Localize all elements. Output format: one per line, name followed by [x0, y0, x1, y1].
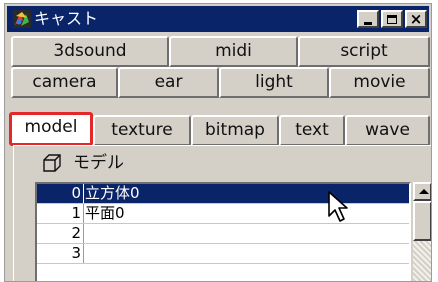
close-icon: × — [409, 10, 423, 28]
column-divider — [83, 244, 84, 263]
tab-midi[interactable]: midi — [169, 36, 298, 67]
tab-wave[interactable]: wave — [345, 115, 430, 146]
tab-model[interactable]: model — [9, 112, 93, 146]
list-item-index: 1 — [71, 204, 81, 222]
tab-texture[interactable]: texture — [93, 115, 191, 146]
list-item-name: 立方体0 — [85, 184, 140, 202]
tab-movie[interactable]: movie — [329, 67, 430, 98]
list-item-index: 2 — [71, 224, 81, 242]
scroll-up-button[interactable] — [413, 182, 431, 201]
row-divider — [37, 263, 409, 264]
cast-app-icon — [13, 10, 31, 28]
minimize-icon — [364, 22, 372, 25]
tab-3dsound[interactable]: 3dsound — [11, 36, 169, 67]
tab-camera[interactable]: camera — [11, 67, 118, 98]
cube-icon — [43, 154, 61, 172]
cast-window: キャスト × 3dsound midi script camera ear li… — [4, 3, 432, 282]
close-button[interactable]: × — [405, 10, 427, 28]
column-divider — [83, 184, 84, 203]
scroll-thumb[interactable] — [413, 201, 431, 241]
list-item-name: 平面0 — [85, 204, 125, 222]
list-item-index: 3 — [71, 244, 81, 262]
mouse-pointer-icon — [328, 191, 348, 222]
tab-script[interactable]: script — [298, 36, 430, 67]
scroll-track[interactable] — [413, 241, 431, 281]
list-scrollbar[interactable] — [413, 182, 431, 281]
minimize-button[interactable] — [357, 10, 379, 28]
up-arrow-icon — [419, 189, 429, 194]
tab-text[interactable]: text — [279, 115, 345, 146]
maximize-button[interactable] — [381, 10, 403, 28]
list-item[interactable]: 2 — [37, 224, 409, 243]
maximize-icon — [387, 15, 397, 24]
tab-bitmap[interactable]: bitmap — [191, 115, 279, 146]
tab-ear[interactable]: ear — [118, 67, 219, 98]
column-divider — [83, 204, 84, 223]
title-bar[interactable]: キャスト × — [7, 6, 429, 32]
list-item[interactable]: 3 — [37, 244, 409, 263]
list-item-index: 0 — [71, 184, 81, 202]
column-divider — [83, 224, 84, 243]
tab-light[interactable]: light — [219, 67, 329, 98]
window-title: キャスト — [34, 9, 99, 28]
panel-title: モデル — [73, 153, 124, 173]
